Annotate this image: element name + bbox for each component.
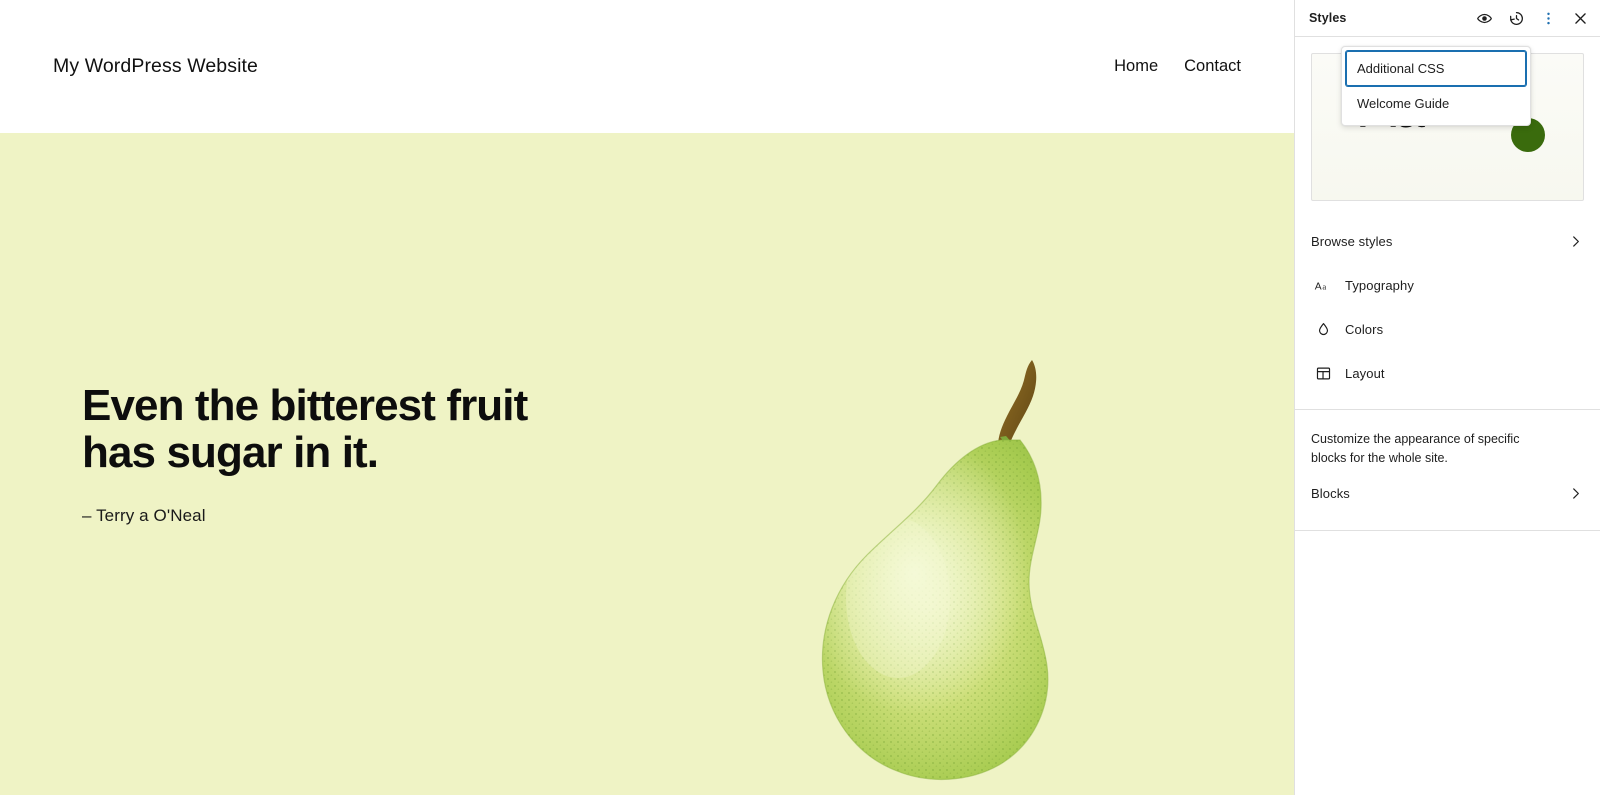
menu-item-additional-css[interactable]: Additional CSS — [1346, 51, 1526, 86]
hero-heading[interactable]: Even the bitterest fruit has sugar in it… — [82, 382, 602, 476]
more-options-menu: Additional CSS Welcome Guide — [1341, 46, 1531, 126]
more-options-icon[interactable] — [1532, 2, 1564, 34]
style-book-icon[interactable] — [1468, 2, 1500, 34]
appearance-group: A a Typography Colors Layout — [1295, 263, 1600, 409]
browse-styles-row[interactable]: Browse styles — [1295, 219, 1600, 263]
styles-item-colors[interactable]: Colors — [1295, 307, 1600, 351]
svg-text:a: a — [1322, 281, 1326, 291]
styles-panel-title: Styles — [1309, 11, 1347, 25]
nav-link-contact[interactable]: Contact — [1184, 57, 1241, 76]
styles-sidebar-header: Styles — [1295, 0, 1600, 37]
colors-label: Colors — [1345, 321, 1384, 337]
pear-illustration[interactable] — [770, 348, 1150, 795]
revisions-icon[interactable] — [1500, 2, 1532, 34]
site-header: My WordPress Website Home Contact — [0, 0, 1294, 133]
svg-text:A: A — [1314, 281, 1321, 292]
typography-icon: A a — [1311, 273, 1335, 297]
blocks-description: Customize the appearance of specific blo… — [1311, 432, 1520, 465]
layout-label: Layout — [1345, 365, 1385, 381]
site-navigation: Home Contact — [1114, 57, 1241, 76]
sidebar-divider-2 — [1295, 529, 1600, 531]
blocks-label: Blocks — [1311, 486, 1350, 501]
pear-image-svg — [821, 360, 1049, 781]
chevron-right-icon — [1567, 485, 1584, 502]
site-title[interactable]: My WordPress Website — [53, 55, 258, 78]
styles-item-blocks[interactable]: Blocks — [1295, 472, 1600, 516]
styles-item-typography[interactable]: A a Typography — [1295, 263, 1600, 307]
typography-label: Typography — [1345, 277, 1414, 293]
browse-styles-label: Browse styles — [1311, 233, 1393, 249]
colors-icon — [1311, 317, 1335, 341]
styles-item-layout[interactable]: Layout — [1295, 351, 1600, 395]
menu-item-welcome-guide[interactable]: Welcome Guide — [1346, 86, 1526, 121]
hero-text-block: Even the bitterest fruit has sugar in it… — [82, 382, 602, 526]
hero-attribution[interactable]: – Terry a O'Neal — [82, 506, 602, 526]
chevron-right-icon — [1567, 233, 1584, 250]
hero-section[interactable]: Even the bitterest fruit has sugar in it… — [0, 133, 1294, 795]
close-icon[interactable] — [1564, 2, 1596, 34]
nav-link-home[interactable]: Home — [1114, 57, 1158, 76]
site-editor-root: My WordPress Website Home Contact Even t… — [0, 0, 1600, 795]
site-preview-canvas[interactable]: My WordPress Website Home Contact Even t… — [0, 0, 1294, 795]
layout-icon — [1311, 361, 1335, 385]
